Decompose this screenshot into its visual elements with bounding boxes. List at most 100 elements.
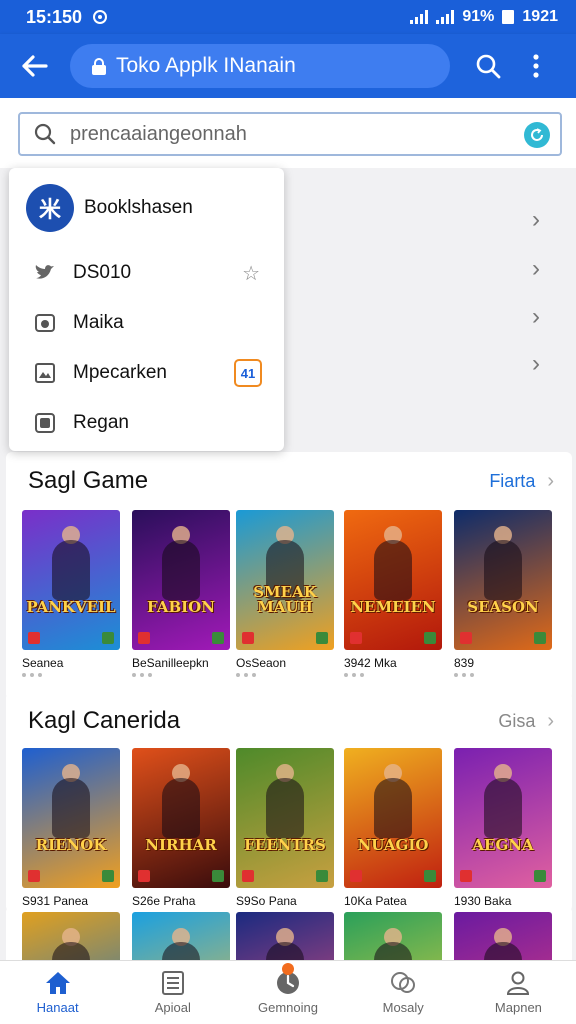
chevron-right-icon[interactable]: › (547, 470, 554, 493)
cover-title-text: SMEAK MAUH (253, 582, 317, 617)
back-button[interactable] (0, 34, 70, 98)
game-card[interactable]: SMEAK MAUH OsSeaon (236, 510, 334, 677)
nav-item-profile[interactable]: Mapnen (461, 961, 576, 1024)
see-all-link[interactable]: Fiarta (489, 471, 535, 492)
rating-dots (454, 673, 552, 677)
game-cover-image[interactable]: AGERES (22, 912, 120, 960)
rating-badge-icon (350, 632, 362, 644)
cover-character (266, 778, 304, 838)
see-all-link[interactable]: Gisa (498, 711, 535, 732)
rating-dots (22, 673, 120, 677)
search-button[interactable] (460, 34, 516, 98)
rating-badge-icon (242, 632, 254, 644)
cover-character (374, 540, 412, 600)
game-card[interactable] (454, 912, 552, 960)
nav-item-apps[interactable]: Apioal (115, 961, 230, 1024)
cover-character (52, 942, 90, 960)
platform-badge-icon (424, 632, 436, 644)
image-icon (33, 361, 57, 385)
chevron-right-icon[interactable]: › (547, 710, 554, 733)
game-cover-image[interactable] (454, 912, 552, 960)
game-cover-image[interactable]: FEENTRS (236, 748, 334, 888)
cover-character (484, 942, 522, 960)
game-cover-image[interactable]: SMEAK MAUH (236, 510, 334, 650)
account-dropdown: 米 Booklshasen DS010 ☆ Maika Mpecarken 41… (9, 168, 284, 451)
games-row: PANKVEIL Seanea FABION BeSanilleepkn SMEAK M… (22, 510, 576, 700)
section-title: Kagl Canerida (28, 707, 181, 734)
platform-badge-icon (534, 870, 546, 882)
nav-item-gaming[interactable]: Gemnoing (230, 961, 345, 1024)
game-card[interactable]: AGERES (22, 912, 120, 960)
section-header: Kagl Canerida Gisa › (6, 692, 572, 750)
platform-badge-icon (212, 632, 224, 644)
cover-character (162, 540, 200, 600)
game-cover-image[interactable]: SEGHUGE (132, 912, 230, 960)
game-card[interactable]: NUAGIO 10Ka Patea (344, 748, 442, 908)
address-bar[interactable]: Toko Applk INanain (70, 44, 450, 88)
chevron-right-icon[interactable]: › (532, 206, 540, 234)
cover-character (374, 942, 412, 960)
game-card[interactable]: PANKVEIL Seanea (22, 510, 120, 677)
game-card[interactable]: BEALAI (344, 912, 442, 960)
overflow-menu-button[interactable] (516, 34, 556, 98)
dropdown-item[interactable]: DS010 ☆ (9, 248, 284, 298)
status-right: 91% 1921 (410, 8, 558, 26)
dropdown-header[interactable]: 米 Booklshasen (9, 168, 284, 248)
game-cover-image[interactable]: SEASON (454, 510, 552, 650)
game-cover-image[interactable]: NIRHAR (132, 748, 230, 888)
game-card[interactable]: NEMEIEN 3942 Mka (344, 510, 442, 677)
chevron-right-icon[interactable]: › (532, 350, 540, 378)
nav-label: Apioal (154, 1000, 191, 1015)
refresh-icon (531, 128, 543, 141)
game-cover-image[interactable]: FABION (132, 510, 230, 650)
nav-item-mosaly[interactable]: Mosaly (346, 961, 461, 1024)
game-card[interactable]: NIGMENS (236, 912, 334, 960)
more-vertical-icon (533, 54, 539, 78)
rating-dots (344, 673, 442, 677)
cover-character (162, 778, 200, 838)
star-icon[interactable]: ☆ (242, 261, 260, 286)
game-cover-image[interactable]: RIENOK (22, 748, 120, 888)
dropdown-item[interactable]: Maika (9, 298, 284, 348)
game-card[interactable]: FEENTRS S9So Pana (236, 748, 334, 908)
cover-title-text: FEENTRS (244, 836, 326, 855)
game-cover-image[interactable]: NIGMENS (236, 912, 334, 960)
battery-percent: 91% (462, 8, 495, 25)
dropdown-item[interactable]: Regan (9, 398, 284, 448)
section-header: Sagl Game Fiarta › (6, 452, 572, 510)
search-input[interactable] (70, 122, 490, 146)
count-badge: 41 (234, 359, 262, 387)
game-cover-image[interactable]: NUAGIO (344, 748, 442, 888)
cover-title-text: PANKVEIL (26, 598, 116, 617)
cover-title-text: NEMEIEN (350, 598, 436, 617)
game-name: Seanea (22, 656, 64, 670)
nav-item-home[interactable]: Hanaat (0, 961, 115, 1024)
nav-label: Gemnoing (258, 1000, 318, 1015)
platform-badge-icon (316, 632, 328, 644)
rating-badge-icon (138, 632, 150, 644)
dropdown-item[interactable]: Mpecarken 41 (9, 348, 284, 398)
chevron-right-icon[interactable]: › (532, 303, 540, 331)
bottom-nav: Hanaat Apioal Gemnoing Mosaly Mapnen (0, 960, 576, 1024)
game-card[interactable]: RIENOK S931 Panea (22, 748, 120, 908)
signal-icon (436, 10, 455, 24)
platform-badge-icon (424, 870, 436, 882)
user-icon (507, 971, 530, 995)
game-cover-image[interactable]: BEALAI (344, 912, 442, 960)
chevron-right-icon[interactable]: › (532, 255, 540, 283)
game-card[interactable]: SEASON 839 (454, 510, 552, 677)
arrow-left-icon (22, 55, 48, 77)
game-card[interactable]: NIRHAR S26e Praha (132, 748, 230, 908)
rating-badge-icon (138, 870, 150, 882)
game-cover-image[interactable]: PANKVEIL (22, 510, 120, 650)
game-cover-image[interactable]: NEMEIEN (344, 510, 442, 650)
list-icon (161, 971, 184, 995)
game-cover-image[interactable]: AEGNA (454, 748, 552, 888)
refresh-button[interactable] (524, 122, 550, 148)
cover-title-text: AEGNA (472, 836, 534, 855)
gallery-icon (33, 411, 57, 435)
game-card[interactable]: AEGNA 1930 Baka (454, 748, 552, 908)
cover-character (484, 778, 522, 838)
game-card[interactable]: FABION BeSanilleepkn (132, 510, 230, 677)
game-card[interactable]: SEGHUGE (132, 912, 230, 960)
